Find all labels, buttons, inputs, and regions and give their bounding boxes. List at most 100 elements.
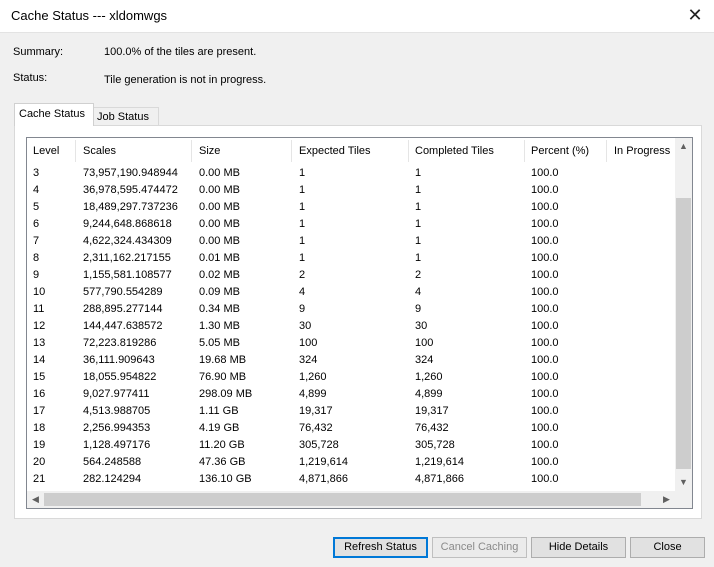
- table-row[interactable]: 7 4,622,324.434309 0.00 MB 1 1 100.0: [27, 233, 675, 250]
- cell-completed-tiles: 1: [415, 218, 422, 230]
- cell-scales: 1,155,581.108577: [83, 269, 172, 281]
- table-row[interactable]: 3 73,957,190.948944 0.00 MB 1 1 100.0: [27, 165, 675, 182]
- cell-expected-tiles: 19,317: [299, 405, 333, 417]
- cell-percent: 100.0: [531, 473, 559, 485]
- cell-scales: 4,622,324.434309: [83, 235, 172, 247]
- cell-level: 6: [33, 218, 40, 230]
- column-divider[interactable]: [191, 140, 192, 162]
- table-row[interactable]: 4 36,978,595.474472 0.00 MB 1 1 100.0: [27, 182, 675, 199]
- cell-size: 298.09 MB: [199, 388, 253, 400]
- column-divider[interactable]: [408, 140, 409, 162]
- cell-percent: 100.0: [531, 320, 559, 332]
- scroll-left-icon[interactable]: ◀: [27, 491, 44, 508]
- cell-completed-tiles: 4,871,866: [415, 473, 464, 485]
- cell-scales: 9,244,648.868618: [83, 218, 172, 230]
- cell-size: 4.19 GB: [199, 422, 240, 434]
- col-scales[interactable]: Scales: [83, 145, 116, 157]
- horizontal-scrollbar[interactable]: ◀ ▶: [27, 491, 692, 508]
- cell-level: 20: [33, 456, 46, 468]
- cell-expected-tiles: 2: [299, 269, 306, 281]
- cell-expected-tiles: 100: [299, 337, 318, 349]
- cache-status-table[interactable]: Level Scales Size Expected Tiles Complet…: [26, 137, 693, 509]
- column-divider[interactable]: [524, 140, 525, 162]
- cell-percent: 100.0: [531, 269, 559, 281]
- cell-scales: 73,957,190.948944: [83, 167, 178, 179]
- table-header: Level Scales Size Expected Tiles Complet…: [27, 138, 675, 164]
- cell-completed-tiles: 324: [415, 354, 434, 366]
- cell-expected-tiles: 1: [299, 201, 306, 213]
- vertical-scrollbar[interactable]: ▲ ▼: [675, 138, 692, 491]
- cell-percent: 100.0: [531, 354, 559, 366]
- scroll-down-icon[interactable]: ▼: [675, 474, 692, 491]
- cell-expected-tiles: 1: [299, 252, 306, 264]
- cell-level: 3: [33, 167, 40, 179]
- table-row[interactable]: 6 9,244,648.868618 0.00 MB 1 1 100.0: [27, 216, 675, 233]
- horizontal-scroll-thumb[interactable]: [44, 493, 641, 506]
- col-in-progress[interactable]: In Progress: [614, 145, 670, 157]
- status-label: Status:: [13, 72, 48, 84]
- cell-size: 5.05 MB: [199, 337, 240, 349]
- cell-size: 0.01 MB: [199, 252, 240, 264]
- hide-details-button[interactable]: Hide Details: [531, 537, 626, 558]
- cell-percent: 100.0: [531, 286, 559, 298]
- cell-scales: 18,489,297.737236: [83, 201, 178, 213]
- col-size[interactable]: Size: [199, 145, 220, 157]
- table-row[interactable]: 20 564.248588 47.36 GB 1,219,614 1,219,614 10…: [27, 454, 675, 471]
- cell-completed-tiles: 4,899: [415, 388, 443, 400]
- cell-percent: 100.0: [531, 456, 559, 468]
- tab-cache-status[interactable]: Cache Status: [14, 103, 94, 126]
- table-row[interactable]: 12 144,447.638572 1.30 MB 30 30 100.0: [27, 318, 675, 335]
- table-row[interactable]: 17 4,513.988705 1.11 GB 19,317 19,317 100.0: [27, 403, 675, 420]
- table-row[interactable]: 14 36,111.909643 19.68 MB 324 324 100.0: [27, 352, 675, 369]
- cell-completed-tiles: 1: [415, 184, 422, 196]
- cell-size: 0.09 MB: [199, 286, 240, 298]
- column-divider[interactable]: [75, 140, 76, 162]
- table-row[interactable]: 21 282.124294 136.10 GB 4,871,866 4,871,866 1…: [27, 471, 675, 488]
- scroll-up-icon[interactable]: ▲: [675, 138, 692, 155]
- col-completed-tiles[interactable]: Completed Tiles: [415, 145, 494, 157]
- cell-completed-tiles: 2: [415, 269, 422, 281]
- cell-completed-tiles: 1,260: [415, 371, 443, 383]
- cell-size: 0.00 MB: [199, 218, 240, 230]
- table-row[interactable]: 15 18,055.954822 76.90 MB 1,260 1,260 100.0: [27, 369, 675, 386]
- table-row[interactable]: 8 2,311,162.217155 0.01 MB 1 1 100.0: [27, 250, 675, 267]
- table-row[interactable]: 16 9,027.977411 298.09 MB 4,899 4,899 100.0: [27, 386, 675, 403]
- refresh-status-button[interactable]: Refresh Status: [333, 537, 428, 558]
- cell-size: 1.30 MB: [199, 320, 240, 332]
- tab-job-status[interactable]: Job Status: [92, 107, 159, 126]
- cell-completed-tiles: 19,317: [415, 405, 449, 417]
- cell-scales: 36,978,595.474472: [83, 184, 178, 196]
- col-level[interactable]: Level: [33, 145, 59, 157]
- column-divider[interactable]: [291, 140, 292, 162]
- scroll-right-icon[interactable]: ▶: [658, 491, 675, 508]
- cell-level: 10: [33, 286, 46, 298]
- table-row[interactable]: 5 18,489,297.737236 0.00 MB 1 1 100.0: [27, 199, 675, 216]
- cell-expected-tiles: 9: [299, 303, 306, 315]
- table-row[interactable]: 13 72,223.819286 5.05 MB 100 100 100.0: [27, 335, 675, 352]
- cell-expected-tiles: 4,871,866: [299, 473, 348, 485]
- col-expected-tiles[interactable]: Expected Tiles: [299, 145, 371, 157]
- close-icon[interactable]: ✕: [686, 6, 704, 24]
- cell-scales: 36,111.909643: [83, 354, 155, 366]
- cell-expected-tiles: 4,899: [299, 388, 327, 400]
- cell-expected-tiles: 324: [299, 354, 318, 366]
- cell-size: 0.02 MB: [199, 269, 240, 281]
- cell-size: 19.68 MB: [199, 354, 247, 366]
- table-row[interactable]: 19 1,128.497176 11.20 GB 305,728 305,728 100.…: [27, 437, 675, 454]
- cancel-caching-button[interactable]: Cancel Caching: [432, 537, 527, 558]
- cell-expected-tiles: 76,432: [299, 422, 333, 434]
- table-row[interactable]: 18 2,256.994353 4.19 GB 76,432 76,432 100.0: [27, 420, 675, 437]
- cell-percent: 100.0: [531, 184, 559, 196]
- cell-expected-tiles: 305,728: [299, 439, 339, 451]
- table-row[interactable]: 10 577,790.554289 0.09 MB 4 4 100.0: [27, 284, 675, 301]
- vertical-scroll-thumb[interactable]: [676, 198, 691, 469]
- col-percent[interactable]: Percent (%): [531, 145, 589, 157]
- cell-size: 0.00 MB: [199, 235, 240, 247]
- cell-percent: 100.0: [531, 405, 559, 417]
- close-button[interactable]: Close: [630, 537, 705, 558]
- cell-percent: 100.0: [531, 218, 559, 230]
- table-row[interactable]: 11 288,895.277144 0.34 MB 9 9 100.0: [27, 301, 675, 318]
- cell-expected-tiles: 4: [299, 286, 306, 298]
- column-divider[interactable]: [606, 140, 607, 162]
- table-row[interactable]: 9 1,155,581.108577 0.02 MB 2 2 100.0: [27, 267, 675, 284]
